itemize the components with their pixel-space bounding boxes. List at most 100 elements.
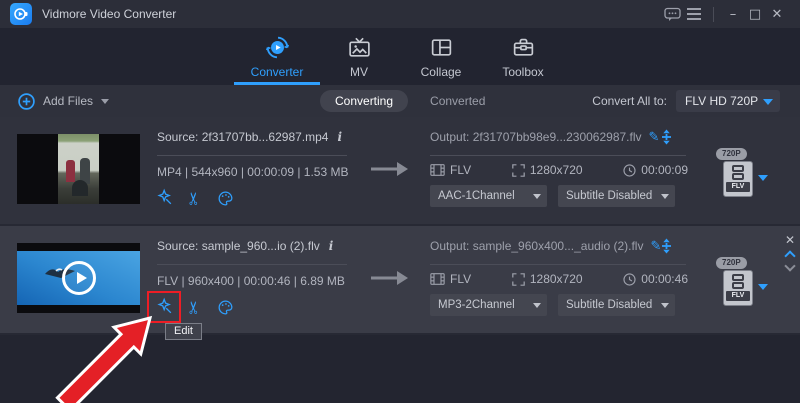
add-files-caret-icon[interactable] <box>101 99 109 104</box>
film-icon <box>430 164 445 176</box>
source-filename: Source: sample_960...io (2).flv <box>157 239 320 253</box>
info-icon[interactable]: i <box>337 130 342 144</box>
menu-icon[interactable] <box>683 3 705 25</box>
titlebar: Vidmore Video Converter – □ ✕ <box>0 0 800 28</box>
resolution-icon <box>512 273 525 286</box>
convert-all-select[interactable]: FLV HD 720P <box>676 90 780 112</box>
cut-button[interactable]: ✂ <box>184 296 206 318</box>
output-duration: 00:00:46 <box>641 272 688 286</box>
add-files-label: Add Files <box>43 94 93 108</box>
tab-mv-label: MV <box>350 65 368 79</box>
format-caret-icon[interactable] <box>758 284 768 290</box>
format-file-label: FLV <box>726 291 750 301</box>
grid-icon <box>429 35 454 60</box>
cut-button[interactable]: ✂ <box>184 187 206 209</box>
convert-all-label: Convert All to: <box>592 94 667 108</box>
transfer-icon[interactable] <box>659 129 674 145</box>
tv-icon <box>347 35 372 60</box>
empty-list-area <box>0 335 800 402</box>
app-logo-icon <box>10 3 32 25</box>
maximize-icon[interactable]: □ <box>744 3 766 25</box>
tab-converting[interactable]: Converting <box>320 90 408 112</box>
info-icon[interactable]: i <box>329 239 334 253</box>
subtitle-select-value: Subtitle Disabled <box>566 299 652 311</box>
audio-select[interactable]: AAC-1Channel <box>430 185 547 207</box>
divider <box>430 155 686 156</box>
thumbnail-image <box>58 134 99 204</box>
tab-toolbox[interactable]: Toolbox <box>482 28 564 85</box>
arrow-right-icon <box>370 270 410 286</box>
format-caret-icon[interactable] <box>758 175 768 181</box>
edit-highlight-box <box>147 291 181 323</box>
play-icon[interactable] <box>62 261 96 295</box>
edit-button[interactable] <box>154 187 176 209</box>
divider <box>157 264 347 265</box>
output-format: FLV <box>450 272 471 286</box>
audio-select-value: AAC-1Channel <box>438 190 515 202</box>
tab-toolbox-label: Toolbox <box>502 65 543 79</box>
file-row-1: Source: 2f31707bb...62987.mp4 i MP4 | 54… <box>0 117 800 226</box>
titlebar-separator <box>713 7 714 22</box>
subtitle-select[interactable]: Subtitle Disabled <box>558 294 675 316</box>
output-format-button[interactable]: FLV <box>723 161 753 197</box>
move-down-icon[interactable] <box>784 260 795 271</box>
rename-pencil-icon[interactable]: ✎ <box>649 130 660 145</box>
divider <box>430 264 686 265</box>
window-title: Vidmore Video Converter <box>42 7 176 21</box>
palette-icon <box>216 189 235 208</box>
output-resolution: 1280x720 <box>530 163 583 177</box>
resolution-icon <box>512 164 525 177</box>
subtitle-select[interactable]: Subtitle Disabled <box>558 185 675 207</box>
tab-converted[interactable]: Converted <box>430 94 485 108</box>
file-reel-icon <box>732 165 744 180</box>
film-icon <box>430 273 445 285</box>
quality-badge: 720P <box>716 257 747 269</box>
transfer-icon[interactable] <box>659 238 674 254</box>
magic-wand-icon <box>155 188 175 208</box>
edit-tooltip: Edit <box>165 323 202 340</box>
scissors-icon: ✂ <box>187 300 204 314</box>
audio-select-value: MP3-2Channel <box>438 299 515 311</box>
convert-all-caret-icon <box>763 99 773 105</box>
tab-collage[interactable]: Collage <box>400 28 482 85</box>
source-meta: MP4 | 544x960 | 00:00:09 | 1.53 MB <box>157 165 348 179</box>
feedback-icon[interactable] <box>661 3 683 25</box>
convert-all-value: FLV HD 720P <box>685 94 758 108</box>
audio-select[interactable]: MP3-2Channel <box>430 294 547 316</box>
minimize-icon[interactable]: – <box>722 3 744 25</box>
tab-collage-label: Collage <box>421 65 462 79</box>
output-filename: Output: 2f31707bb98e9...230062987.flv <box>430 130 642 144</box>
file-row-2: Source: sample_960...io (2).flv i FLV | … <box>0 226 800 335</box>
converter-icon <box>265 35 290 60</box>
add-files-button[interactable]: Add Files <box>0 93 109 110</box>
quality-badge: 720P <box>716 148 747 160</box>
clock-icon <box>623 164 636 177</box>
effect-button[interactable] <box>214 296 236 318</box>
output-filename: Output: sample_960x400..._audio (2).flv <box>430 239 643 253</box>
tab-converter[interactable]: Converter <box>236 28 318 85</box>
tab-mv[interactable]: MV <box>318 28 400 85</box>
arrow-right-icon <box>370 161 410 177</box>
clock-icon <box>623 273 636 286</box>
output-format: FLV <box>450 163 471 177</box>
output-format-button[interactable]: FLV <box>723 270 753 306</box>
converter-toolbar: Add Files Converting Converted Convert A… <box>0 85 800 117</box>
divider <box>157 155 347 156</box>
plus-circle-icon <box>18 93 35 110</box>
scissors-icon: ✂ <box>187 191 204 205</box>
source-meta: FLV | 960x400 | 00:00:46 | 6.89 MB <box>157 274 345 288</box>
app-window: Vidmore Video Converter – □ ✕ Converter <box>0 0 800 403</box>
tab-converter-label: Converter <box>251 65 304 79</box>
main-tabbar: Converter MV Collage <box>0 28 800 85</box>
remove-file-icon[interactable]: ✕ <box>785 234 795 246</box>
effect-button[interactable] <box>214 187 236 209</box>
subtitle-select-value: Subtitle Disabled <box>566 190 652 202</box>
output-duration: 00:00:09 <box>641 163 688 177</box>
output-resolution: 1280x720 <box>530 272 583 286</box>
video-thumbnail[interactable] <box>17 243 140 313</box>
format-file-label: FLV <box>726 182 750 192</box>
file-reel-icon <box>732 274 744 289</box>
source-filename: Source: 2f31707bb...62987.mp4 <box>157 130 328 144</box>
video-thumbnail[interactable] <box>17 134 140 204</box>
close-icon[interactable]: ✕ <box>766 3 788 25</box>
